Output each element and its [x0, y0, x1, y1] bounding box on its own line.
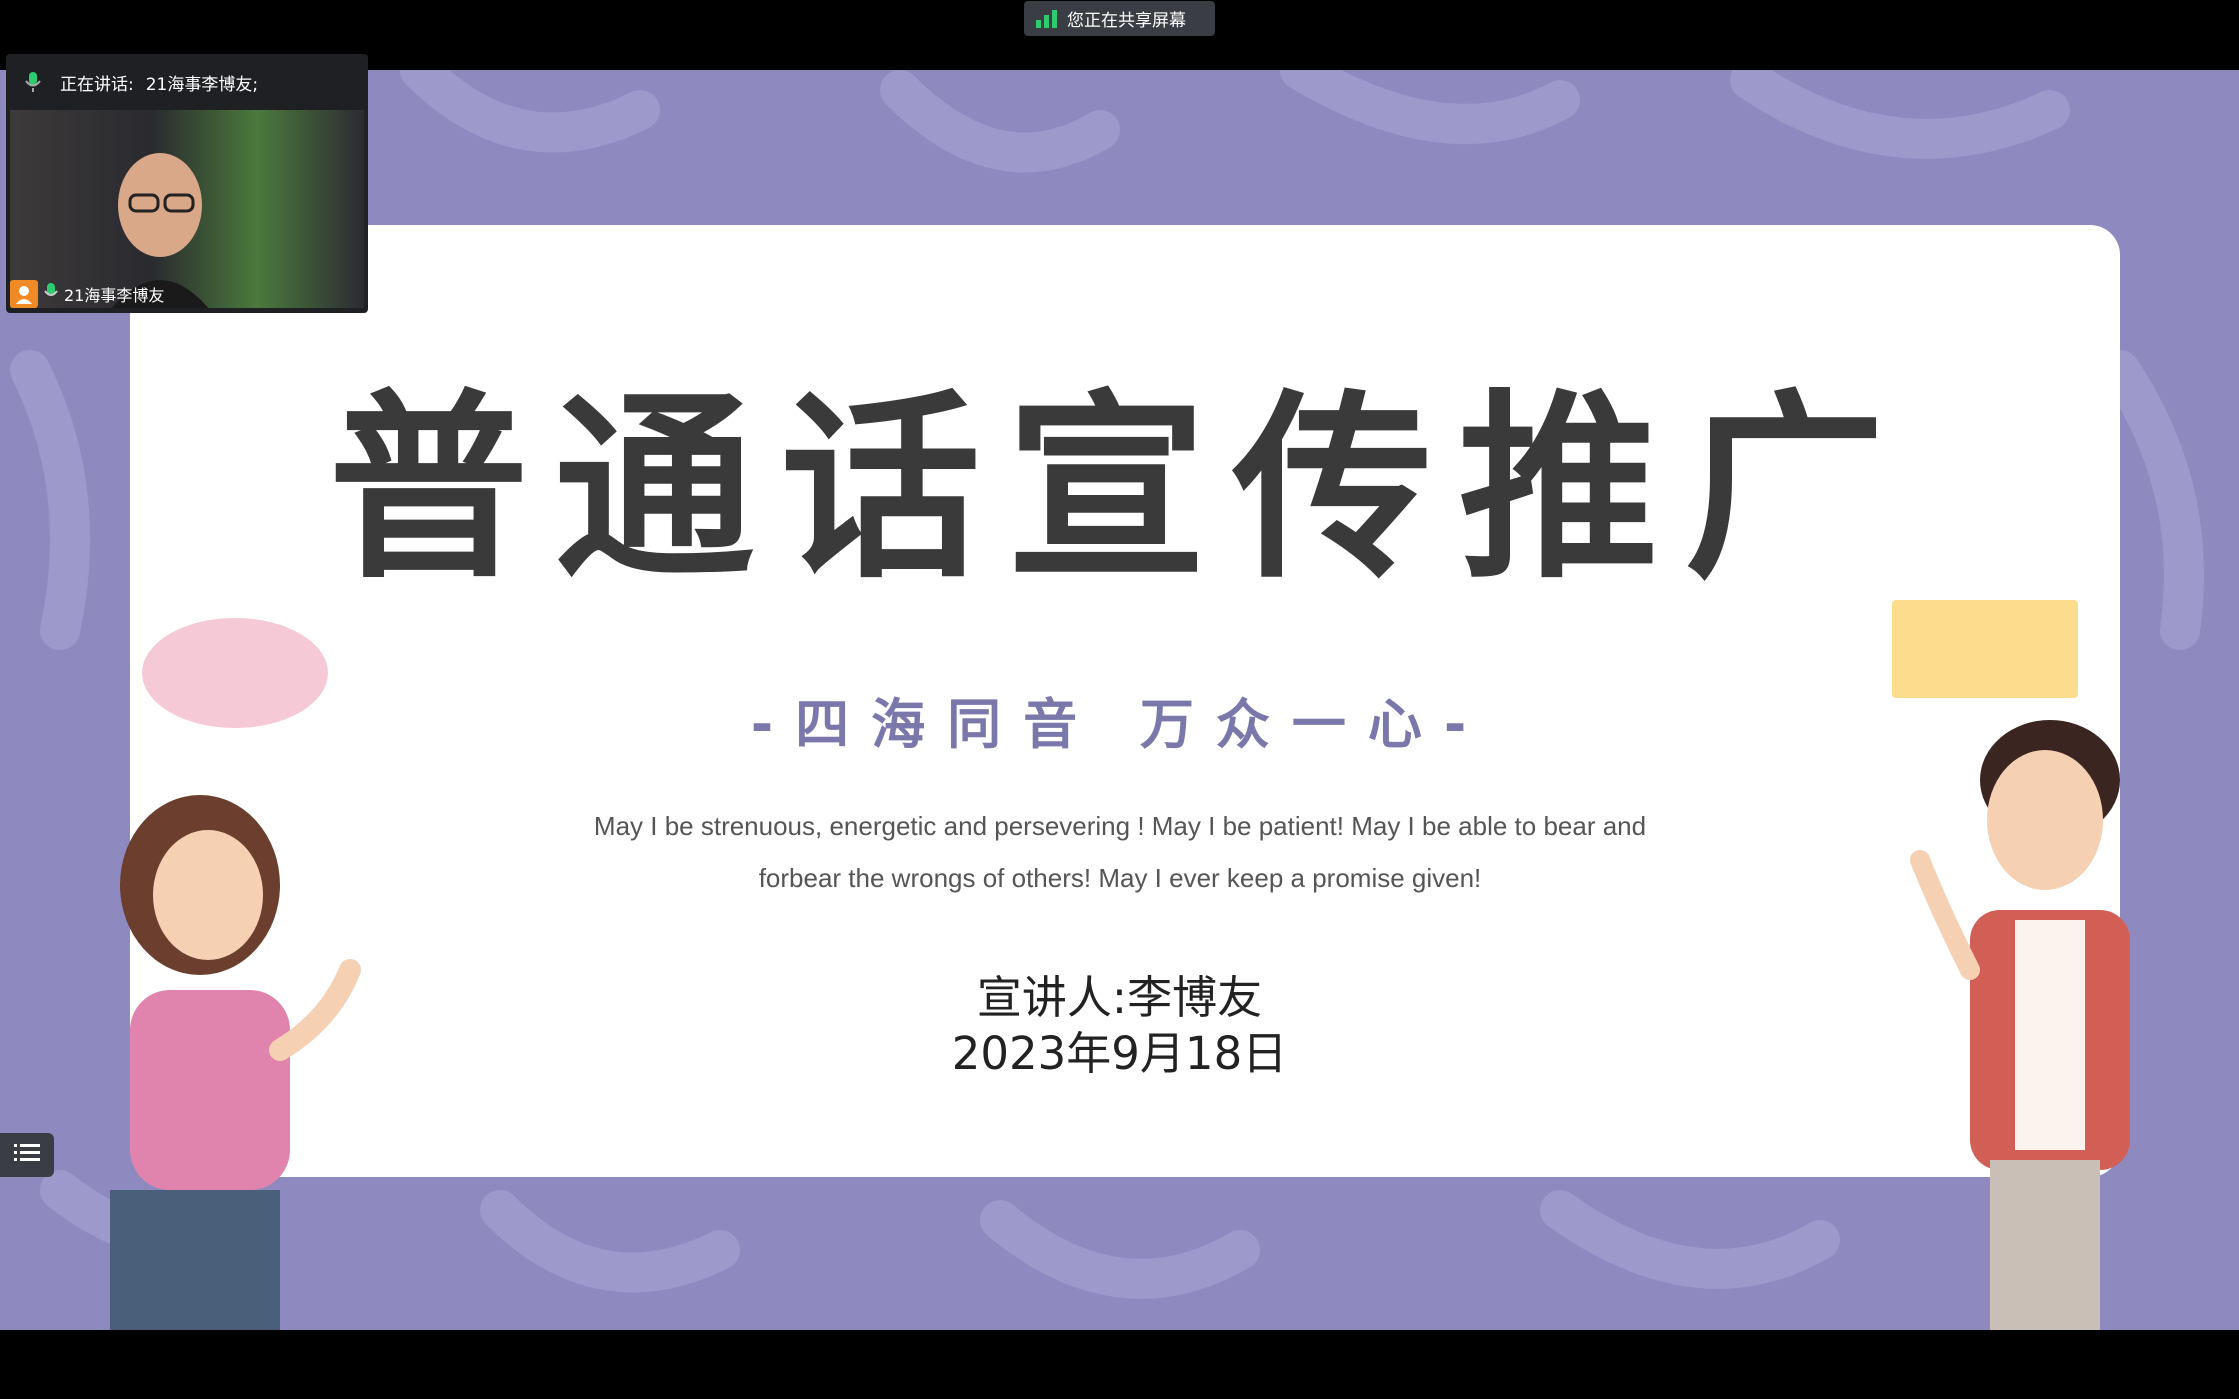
- slide-quote: May I be strenuous, energetic and persev…: [540, 800, 1700, 904]
- participant-name-bar: 21海事李博友: [10, 279, 164, 309]
- signal-bars-icon: [1036, 9, 1057, 28]
- share-indicator-label: 您正在共享屏幕: [1067, 11, 1186, 31]
- list-icon: [14, 1142, 40, 1168]
- quote-line: May I be strenuous, energetic and persev…: [593, 811, 1647, 841]
- speaking-label: 正在讲话:: [60, 74, 134, 95]
- list-toggle-button[interactable]: [0, 1133, 54, 1177]
- quote-line: forbear the wrongs of others! May I ever…: [758, 863, 1482, 893]
- active-speaker-bar: 正在讲话: 21海事李博友;: [6, 54, 368, 110]
- user-avatar-icon: [10, 280, 38, 308]
- speaking-name: 21海事李博友;: [145, 74, 259, 95]
- presenter-info: 宣讲人:李博友 2023年9月18日: [0, 970, 2239, 1082]
- presentation-date: 2023年9月18日: [951, 1027, 1288, 1080]
- presenter-name: 宣讲人:李博友: [976, 971, 1263, 1024]
- slide-title: 普通话宣传推广: [328, 373, 1911, 606]
- slide-subtitle: -四海同音 万众一心-: [750, 693, 1489, 756]
- microphone-icon: [6, 71, 60, 93]
- speaker-video-tile[interactable]: 正在讲话: 21海事李博友; 21海事李博友: [6, 54, 368, 313]
- participant-name: 21海事李博友: [64, 286, 165, 305]
- screen-share-indicator[interactable]: 您正在共享屏幕: [1024, 1, 1215, 36]
- microphone-icon: [44, 282, 58, 306]
